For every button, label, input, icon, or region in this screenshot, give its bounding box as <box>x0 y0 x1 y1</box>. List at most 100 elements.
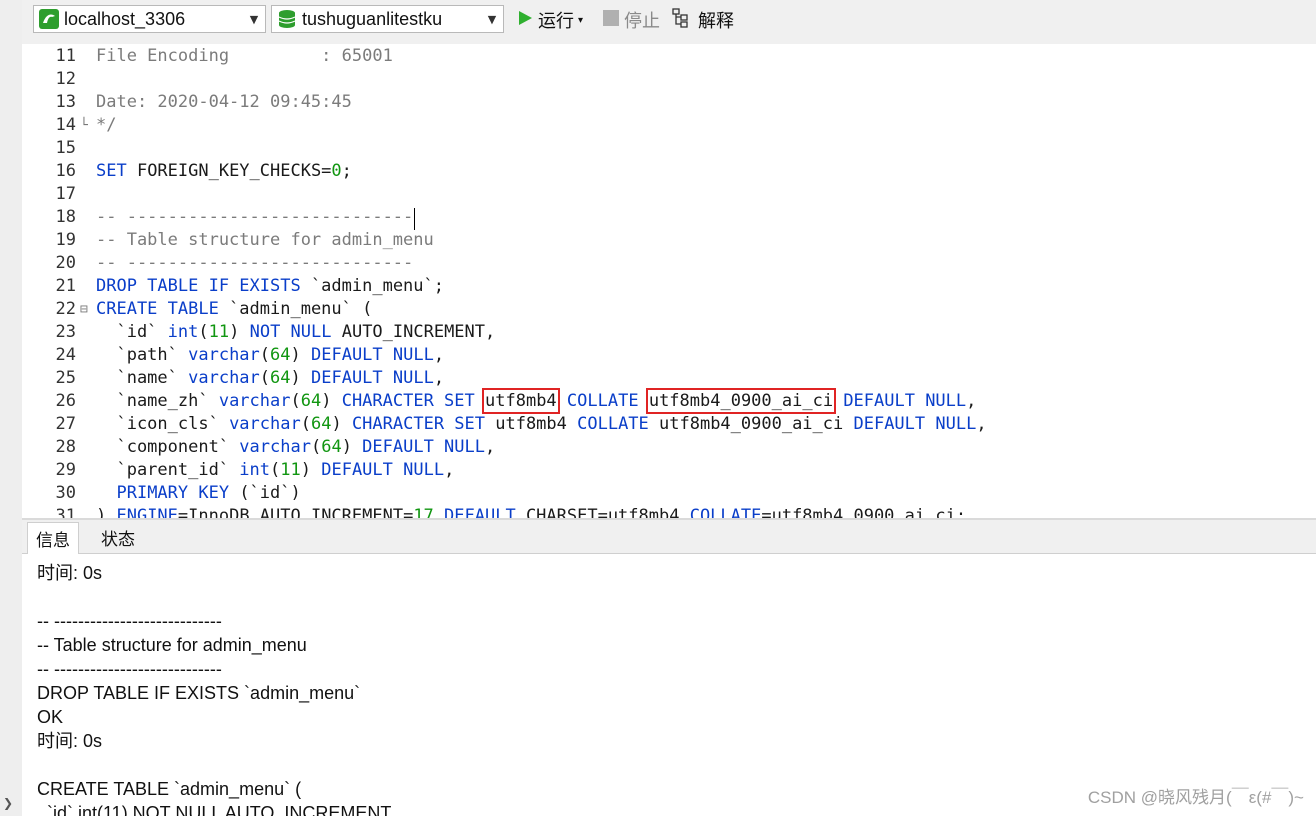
output-line: -- ---------------------------- <box>37 611 222 631</box>
line-number: 27 <box>55 414 76 434</box>
code-token: ) <box>290 345 311 365</box>
explain-label: 解释 <box>698 11 734 32</box>
code-line[interactable]: 21 DROP TABLE IF EXISTS `admin_menu`; <box>22 275 1316 298</box>
code-token: varchar <box>239 437 311 457</box>
code-token: varchar <box>229 414 301 434</box>
code-text: -- ---------------------------- <box>96 206 413 229</box>
code-token: 64 <box>270 345 291 365</box>
tab-status[interactable]: 状态 <box>93 522 143 553</box>
line-number: 29 <box>55 460 76 480</box>
code-token: DEFAULT NULL <box>362 437 485 457</box>
stop-button[interactable]: 停止 <box>602 7 660 33</box>
code-text: */ <box>96 114 116 137</box>
left-gutter-strip: ❯ <box>0 0 23 816</box>
connection-name: localhost_3306 <box>64 8 186 29</box>
tab-info[interactable]: 信息 <box>27 522 79 554</box>
code-token: , <box>444 460 455 480</box>
code-line[interactable]: 20 -- ---------------------------- <box>22 252 1316 275</box>
database-select[interactable]: tushuguanlitestku ▼ <box>271 5 504 33</box>
code-token: , <box>433 368 445 388</box>
database-icon <box>276 8 298 30</box>
code-token: ENGINE <box>116 506 178 518</box>
code-text: PRIMARY KEY (`id`) <box>96 482 301 505</box>
code-line[interactable]: 26 `name_zh` varchar(64) CHARACTER SET u… <box>22 388 1316 414</box>
run-button[interactable]: 运行 ▾ <box>516 7 583 33</box>
code-token: varchar <box>188 368 260 388</box>
code-token: 11 <box>208 322 230 342</box>
code-token: COLLATE <box>689 506 762 518</box>
code-token: (`id`) <box>229 483 301 503</box>
code-token: =utf8mb4_0900_ai_ci; <box>761 506 967 518</box>
chevron-down-icon: ▼ <box>249 12 259 26</box>
code-line[interactable]: 29 `parent_id` int(11) DEFAULT NULL, <box>22 459 1316 482</box>
run-label: 运行 <box>538 11 574 32</box>
code-token: File Encoding : 65001 <box>96 46 393 66</box>
code-line[interactable]: 24 `path` varchar(64) DEFAULT NULL, <box>22 344 1316 367</box>
result-tabs: 信息 状态 <box>22 520 1316 554</box>
code-line[interactable]: 31) ENGINE=InnoDB AUTO_INCREMENT=17 DEFA… <box>22 505 1316 518</box>
code-line[interactable]: 30 PRIMARY KEY (`id`) <box>22 482 1316 505</box>
chevron-down-icon: ▼ <box>487 12 497 26</box>
code-line[interactable]: 18 -- ---------------------------- <box>22 206 1316 229</box>
output-line: OK <box>37 707 64 727</box>
code-token: , <box>433 345 445 365</box>
code-text: ) ENGINE=InnoDB AUTO_INCREMENT=17 DEFAUL… <box>96 505 966 518</box>
code-line[interactable]: 27 `icon_cls` varchar(64) CHARACTER SET … <box>22 413 1316 436</box>
run-dropdown-icon[interactable]: ▾ <box>578 15 583 26</box>
code-token: `id` <box>96 322 168 342</box>
fold-end-marker: └ <box>80 118 88 133</box>
code-token: DROP TABLE IF EXISTS <box>96 276 301 296</box>
code-line[interactable]: 28 `component` varchar(64) DEFAULT NULL, <box>22 436 1316 459</box>
line-number: 21 <box>55 276 76 296</box>
output-line: 时间: 0s <box>37 563 103 583</box>
code-token: ( <box>198 322 209 342</box>
sql-editor[interactable]: 11 File Encoding : 65001 12 13 Date: 2020-04… <box>22 44 1316 518</box>
output-line: -- ---------------------------- <box>37 659 222 679</box>
fold-toggle-icon[interactable]: ⊟ <box>80 298 92 321</box>
code-line[interactable]: 25 `name` varchar(64) DEFAULT NULL, <box>22 367 1316 390</box>
code-token: COLLATE <box>566 391 639 411</box>
code-token: ) <box>290 368 311 388</box>
scroll-down-icon[interactable]: ❯ <box>3 796 13 810</box>
code-line[interactable]: 16 SET FOREIGN_KEY_CHECKS=0; <box>22 160 1316 183</box>
code-token: PRIMARY KEY <box>116 483 230 503</box>
code-token: DEFAULT NULL <box>311 368 434 388</box>
explain-icon <box>672 7 694 33</box>
code-line[interactable]: 15 <box>22 137 1316 160</box>
code-token: DEFAULT NULL <box>321 460 445 480</box>
code-token: int <box>239 460 271 480</box>
line-number: 22 <box>55 299 76 319</box>
line-number: 28 <box>55 437 76 457</box>
connection-select[interactable]: localhost_3306 ▼ <box>33 5 266 33</box>
code-line[interactable]: 14 └ */ <box>22 114 1316 137</box>
line-number: 15 <box>55 138 76 158</box>
code-line[interactable]: 12 <box>22 68 1316 91</box>
code-token: 64 <box>321 437 342 457</box>
tab-info-label: 信息 <box>36 531 70 551</box>
stop-label: 停止 <box>624 11 660 32</box>
code-token: =InnoDB AUTO_INCREMENT= <box>177 506 414 518</box>
code-line[interactable]: 23 `id` int(11) NOT NULL AUTO_INCREMENT, <box>22 321 1316 344</box>
code-line[interactable]: 13 Date: 2020-04-12 09:45:45 <box>22 91 1316 114</box>
code-token: 17 <box>413 506 434 518</box>
explain-button[interactable]: 解释 <box>672 7 734 33</box>
line-number: 20 <box>55 253 76 273</box>
line-number: 19 <box>55 230 76 250</box>
code-token: ) <box>96 506 117 518</box>
code-line[interactable]: 11 File Encoding : 65001 <box>22 45 1316 68</box>
code-token: ( <box>290 391 301 411</box>
line-number: 30 <box>55 483 76 503</box>
code-token: ) <box>331 414 352 434</box>
code-line[interactable]: 19 -- Table structure for admin_menu <box>22 229 1316 252</box>
code-line[interactable]: 22 ⊟ CREATE TABLE `admin_menu` ( <box>22 298 1316 321</box>
line-number: 11 <box>55 46 76 66</box>
code-line[interactable]: 17 <box>22 183 1316 206</box>
output-line: -- Table structure for admin_menu <box>37 635 307 655</box>
code-text: File Encoding : 65001 <box>96 45 393 68</box>
code-token: varchar <box>188 345 260 365</box>
code-token: -- Table structure for admin_menu <box>96 230 434 250</box>
database-name: tushuguanlitestku <box>302 8 443 29</box>
code-token: int <box>167 322 199 342</box>
code-token: utf8mb4 <box>485 414 578 434</box>
